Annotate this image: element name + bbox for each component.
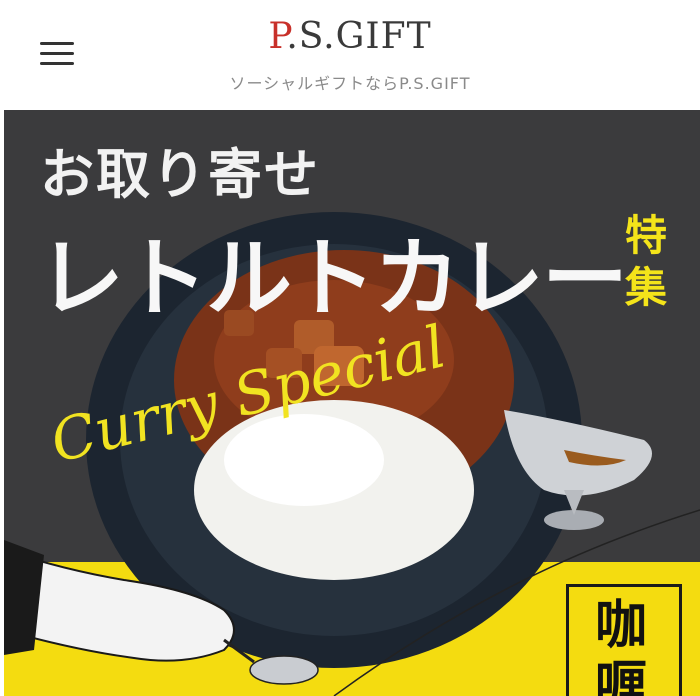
site-tagline: ソーシャルギフトならP.S.GIFT <box>229 74 471 93</box>
banner-title-small: お取り寄せ <box>40 143 320 206</box>
logo-initial: P <box>268 16 287 57</box>
site-header: P.S.GIFT ソーシャルギフトならP.S.GIFT <box>0 0 700 110</box>
kanji-stamp-text: 咖喱 <box>594 596 647 696</box>
banner-title-large: レトルトカレー <box>38 229 628 329</box>
banner-feature-label: 特集 <box>624 211 667 312</box>
curry-feature-banner[interactable]: お取り寄せ レトルトカレー 特集 Curry Special 咖喱 <box>4 110 700 696</box>
logo-text: .S.GIFT <box>286 16 432 57</box>
site-logo[interactable]: P.S.GIFT <box>0 16 700 57</box>
